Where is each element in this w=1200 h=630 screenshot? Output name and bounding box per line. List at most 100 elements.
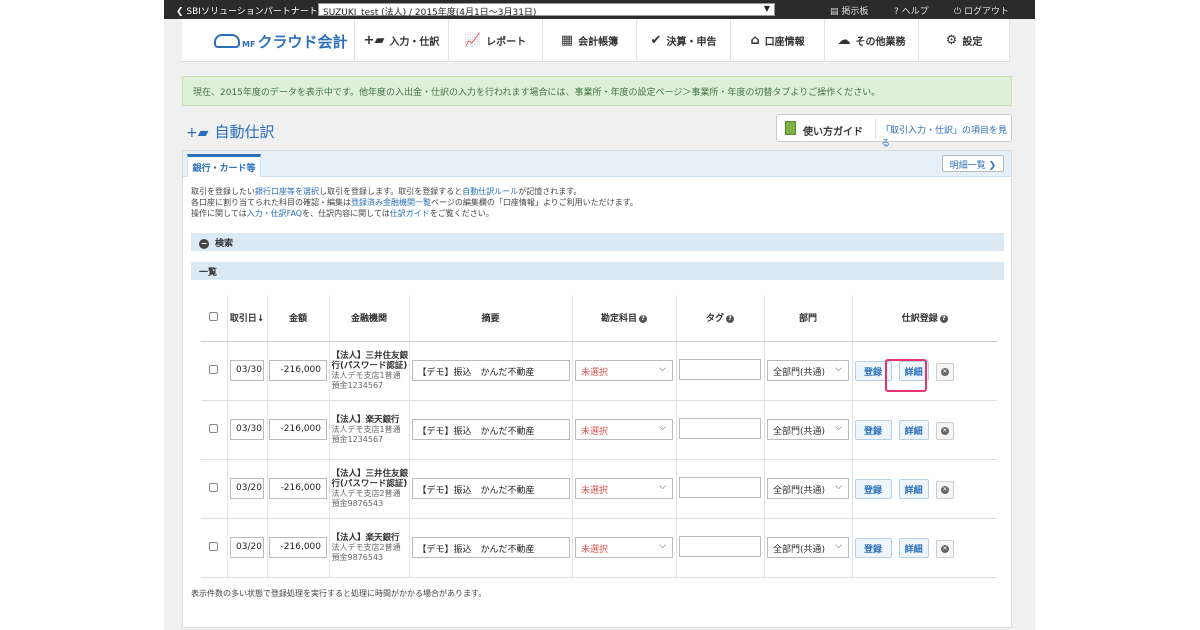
detail-button[interactable]: 詳細 bbox=[898, 537, 929, 558]
journal-guide-link[interactable]: 仕訳ガイド bbox=[390, 209, 430, 218]
cloud-logo-icon bbox=[214, 33, 240, 48]
bank-name: 【法人】三井住友銀行(パスワード認証) bbox=[331, 468, 409, 489]
memo-input[interactable]: 【デモ】振込 かんだ不動産 bbox=[411, 537, 570, 558]
header-label: 金額 bbox=[288, 314, 307, 325]
header-date[interactable]: 取引日↓ bbox=[227, 295, 268, 342]
account-item-select[interactable]: 未選択 ⌵ bbox=[575, 537, 673, 558]
description: 取引を登録したい銀行口座等を選択し取引を登録します。取引を登録すると自動仕訳ルー… bbox=[191, 186, 638, 219]
memo-cell: 【デモ】振込 かんだ不動産 bbox=[409, 400, 573, 460]
register-button[interactable]: 登録 bbox=[854, 537, 892, 558]
search-toggle[interactable]: − 検索 bbox=[191, 233, 1004, 251]
select-account-link[interactable]: 銀行口座等を選択 bbox=[255, 187, 319, 196]
date-input[interactable]: 03/20 bbox=[230, 537, 264, 558]
date-input[interactable]: 03/30 bbox=[230, 419, 264, 440]
desc-text: 操作に関しては bbox=[191, 209, 247, 218]
register-button[interactable]: 登録 bbox=[854, 478, 892, 499]
logout-link[interactable]: ⏻ ログアウト bbox=[954, 4, 1009, 17]
tag-input[interactable] bbox=[679, 358, 761, 380]
info-icon[interactable]: ? bbox=[726, 314, 734, 323]
dept-select[interactable]: 全部門(共通) ⌵ bbox=[767, 419, 849, 440]
amount-cell: -216,000 bbox=[267, 459, 330, 519]
branch-name: 法人デモ支店2普通 bbox=[331, 488, 401, 498]
row-checkbox[interactable] bbox=[209, 482, 219, 492]
faq-link[interactable]: 入力・仕訳FAQ bbox=[247, 209, 303, 218]
registered-institutions-link[interactable]: 登録済み金融機関一覧 bbox=[351, 198, 431, 207]
detail-button[interactable]: 詳細 bbox=[898, 419, 929, 440]
home-icon: ⌂ bbox=[750, 33, 760, 48]
memo-input[interactable]: 【デモ】振込 かんだ不動産 bbox=[411, 419, 570, 440]
nav-label: 口座情報 bbox=[764, 37, 805, 48]
business-select[interactable]: SUZUKI_test (法人) / 2015年度(4月1日〜3月31日) ▼ bbox=[318, 3, 775, 18]
footnote: 表示件数の多い状態で登録処理を実行すると処理に時間がかかる場合があります。 bbox=[191, 589, 487, 598]
row-select-cell bbox=[201, 459, 228, 519]
ignore-button[interactable]: ✕ bbox=[935, 421, 954, 440]
nav-label: レポート bbox=[486, 37, 527, 48]
chevron-down-icon: ⌵ bbox=[659, 482, 666, 492]
tag-input[interactable] bbox=[679, 417, 761, 439]
row-checkbox[interactable] bbox=[209, 423, 219, 433]
nav-other[interactable]: ☁ その他業務 bbox=[824, 19, 918, 62]
nav-report[interactable]: 📈 レポート bbox=[448, 19, 542, 62]
date-input[interactable]: 03/30 bbox=[230, 360, 264, 381]
bank-info: 【法人】三井住友銀行(パスワード認証) 法人デモ支店1普通 預金1234567 bbox=[330, 351, 409, 391]
usage-guide[interactable]: 使い方ガイド 「取引入力・仕訳」の項目を見る bbox=[776, 114, 1012, 149]
tag-input[interactable] bbox=[679, 476, 761, 498]
detail-button[interactable]: 詳細 bbox=[898, 478, 929, 499]
nav-input-journal[interactable]: +▰ 入力・仕訳 bbox=[354, 19, 448, 62]
register-button[interactable]: 登録 bbox=[854, 419, 892, 440]
tab-bank-card[interactable]: 銀行・カード等 bbox=[187, 154, 261, 177]
amount-input[interactable]: -216,000 bbox=[269, 419, 327, 440]
app-logo[interactable]: MF クラウド会計 bbox=[214, 31, 347, 52]
tag-cell bbox=[676, 341, 765, 401]
select-all-checkbox[interactable] bbox=[209, 311, 219, 321]
account-number: 預金1234567 bbox=[331, 380, 384, 390]
nav-ledger[interactable]: ▦ 会計帳簿 bbox=[542, 19, 636, 62]
ignore-button[interactable]: ✕ bbox=[935, 539, 954, 558]
bank-cell: 【法人】三井住友銀行(パスワード認証) 法人デモ支店2普通 預金9876543 bbox=[329, 459, 410, 519]
account-item-select[interactable]: 未選択 ⌵ bbox=[575, 360, 673, 381]
nav-settings[interactable]: ⚙ 設定 bbox=[918, 19, 1010, 62]
row-checkbox[interactable] bbox=[209, 541, 219, 551]
nav-settlement[interactable]: ✔ 決算・申告 bbox=[636, 19, 730, 62]
guide-link[interactable]: 「取引入力・仕訳」の項目を見る bbox=[881, 123, 1011, 149]
dept-value: 全部門(共通) bbox=[773, 486, 826, 496]
row-checkbox[interactable] bbox=[209, 364, 219, 374]
back-link[interactable]: ❮ SBIソリューションパートナートップ bbox=[176, 4, 336, 17]
dept-value: 全部門(共通) bbox=[773, 545, 826, 555]
memo-input[interactable]: 【デモ】振込 かんだ不動産 bbox=[411, 478, 570, 499]
close-icon: ✕ bbox=[940, 426, 949, 435]
account-item-value: 未選択 bbox=[581, 486, 609, 496]
account-item-select[interactable]: 未選択 ⌵ bbox=[575, 419, 673, 440]
dept-select[interactable]: 全部門(共通) ⌵ bbox=[767, 478, 849, 499]
detail-button-highlight bbox=[885, 359, 927, 392]
ignore-button[interactable]: ✕ bbox=[935, 480, 954, 499]
nav-label: 設定 bbox=[962, 37, 983, 48]
tag-input[interactable] bbox=[679, 535, 761, 557]
info-icon[interactable]: ? bbox=[939, 314, 948, 323]
header-tag: タグ? bbox=[676, 295, 765, 342]
nav-label: 入力・仕訳 bbox=[389, 37, 440, 48]
statement-list-button[interactable]: 明細一覧 ❯ bbox=[942, 155, 1004, 172]
plus-folder-icon: +▰ bbox=[186, 125, 209, 141]
board-label: 掲示板 bbox=[841, 7, 869, 17]
auto-rule-link[interactable]: 自動仕訳ルール bbox=[462, 187, 518, 196]
header-dept: 部門 bbox=[764, 295, 853, 342]
row-select-cell bbox=[201, 518, 228, 578]
amount-input[interactable]: -216,000 bbox=[269, 537, 327, 558]
nav-account-info[interactable]: ⌂ 口座情報 bbox=[730, 19, 824, 62]
info-icon[interactable]: ? bbox=[639, 314, 647, 323]
ignore-button[interactable]: ✕ bbox=[935, 362, 954, 381]
memo-input[interactable]: 【デモ】振込 かんだ不動産 bbox=[411, 360, 570, 381]
header-register: 仕訳登録? bbox=[852, 295, 997, 342]
amount-input[interactable]: -216,000 bbox=[269, 360, 327, 381]
amount-input[interactable]: -216,000 bbox=[269, 478, 327, 499]
dept-select[interactable]: 全部門(共通) ⌵ bbox=[767, 537, 849, 558]
register-cell: 登録 詳細 ✕ bbox=[852, 518, 997, 578]
back-link-label: SBIソリューションパートナートップ bbox=[186, 7, 336, 17]
dept-select[interactable]: 全部門(共通) ⌵ bbox=[767, 360, 849, 381]
gear-icon: ⚙ bbox=[945, 33, 958, 48]
date-input[interactable]: 03/20 bbox=[230, 478, 264, 499]
account-item-select[interactable]: 未選択 ⌵ bbox=[575, 478, 673, 499]
board-link[interactable]: ▤ 掲示板 bbox=[830, 4, 868, 17]
help-link[interactable]: ? ヘルプ bbox=[894, 4, 929, 17]
